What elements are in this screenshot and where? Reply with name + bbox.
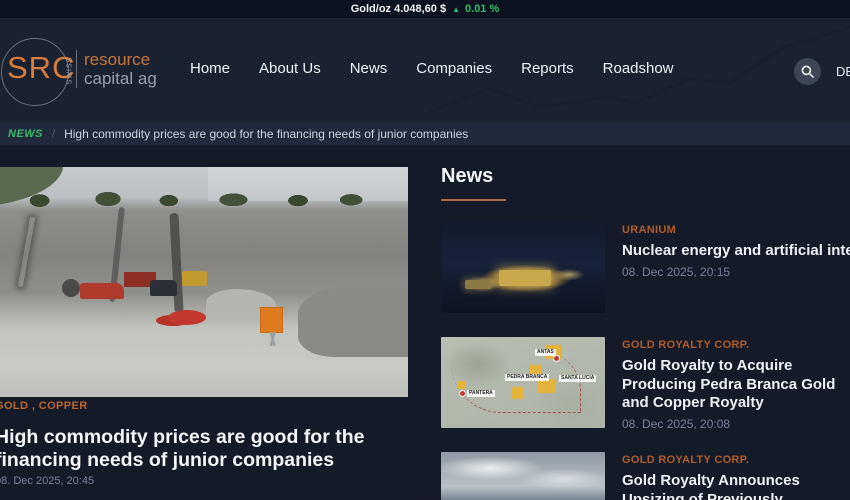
article-hero-image-quarry[interactable] xyxy=(0,167,408,397)
breadcrumb-separator: / xyxy=(52,127,56,140)
news-thumbnail-project-map[interactable]: PEDRA BRANCA ANTAS SANTA LUCIA PANTERA xyxy=(441,337,605,428)
nav-item-about-us[interactable]: About Us xyxy=(259,60,321,77)
logo-line2: capital ag xyxy=(84,69,157,88)
article-title[interactable]: High commodity prices are good for the f… xyxy=(0,426,415,471)
breadcrumb-section-news[interactable]: NEWS xyxy=(8,128,43,140)
news-item-date: 08. Dec 2025, 20:15 xyxy=(622,264,731,279)
logo[interactable]: SRC SWISS resource capital ag xyxy=(0,19,170,122)
nav-item-roadshow[interactable]: Roadshow xyxy=(603,60,674,77)
gold-price-ticker: Gold/oz 4.048,60 $ ▲ 0.01 % xyxy=(0,0,850,19)
map-label: PANTERA xyxy=(467,390,495,397)
main-content: GOLD , COPPER High commodity prices are … xyxy=(0,145,850,500)
news-item-title[interactable]: Nuclear energy and artificial intelligen… xyxy=(622,242,850,261)
news-section-heading: News xyxy=(441,165,494,187)
news-item-title[interactable]: Gold Royalty to Acquire Producing Pedra … xyxy=(622,357,850,413)
map-label: SANTA LUCIA xyxy=(559,375,597,382)
logo-line1: resource xyxy=(84,50,151,69)
logo-swiss-label: SWISS xyxy=(66,56,74,85)
search-button[interactable] xyxy=(794,58,821,85)
gold-price-value: Gold/oz 4.048,60 $ xyxy=(350,3,447,15)
search-icon xyxy=(801,65,814,78)
breadcrumb-current-page: High commodity prices are good for the f… xyxy=(64,126,469,141)
breadcrumb: NEWS / High commodity prices are good fo… xyxy=(0,122,850,145)
news-item-tag[interactable]: URANIUM xyxy=(622,224,850,236)
article-date: 08. Dec 2025, 20:45 xyxy=(0,475,95,487)
news-item-tag[interactable]: GOLD ROYALTY CORP. xyxy=(622,454,850,466)
nav-item-news[interactable]: News xyxy=(350,60,388,77)
map-label: ANTAS xyxy=(535,349,556,356)
news-item-tag[interactable]: GOLD ROYALTY CORP. xyxy=(622,339,850,351)
article-tags[interactable]: GOLD , COPPER xyxy=(0,400,88,412)
news-item-title[interactable]: Gold Royalty Announces Upsizing of Previ… xyxy=(622,472,850,500)
page: Gold/oz 4.048,60 $ ▲ 0.01 % SRC SWISS re… xyxy=(0,0,850,500)
main-navigation: Home About Us News Companies Reports Roa… xyxy=(190,60,674,77)
news-list-item[interactable]: GOLD ROYALTY CORP. Gold Royalty Announce… xyxy=(441,452,850,500)
news-item-date: 08. Dec 2025, 20:08 xyxy=(622,416,731,431)
language-switcher[interactable]: DE xyxy=(836,64,850,79)
news-heading-underline xyxy=(441,199,506,201)
nav-item-reports[interactable]: Reports xyxy=(521,60,574,77)
news-list-item[interactable]: PEDRA BRANCA ANTAS SANTA LUCIA PANTERA G… xyxy=(441,337,850,431)
gold-price-change: 0.01 % xyxy=(465,3,500,15)
news-thumbnail-nuclear-plant[interactable] xyxy=(441,222,605,313)
price-up-arrow-icon: ▲ xyxy=(452,4,461,14)
nav-item-companies[interactable]: Companies xyxy=(416,60,492,77)
news-list-item[interactable]: URANIUM Nuclear energy and artificial in… xyxy=(441,222,850,314)
logo-wordmark: resource capital ag xyxy=(76,50,157,88)
site-header: SRC SWISS resource capital ag Home About… xyxy=(0,19,850,122)
logo-acronym: SRC xyxy=(7,50,76,85)
map-label: PEDRA BRANCA xyxy=(505,374,550,381)
nav-item-home[interactable]: Home xyxy=(190,60,230,77)
news-thumbnail-aerial-landscape[interactable] xyxy=(441,452,605,500)
